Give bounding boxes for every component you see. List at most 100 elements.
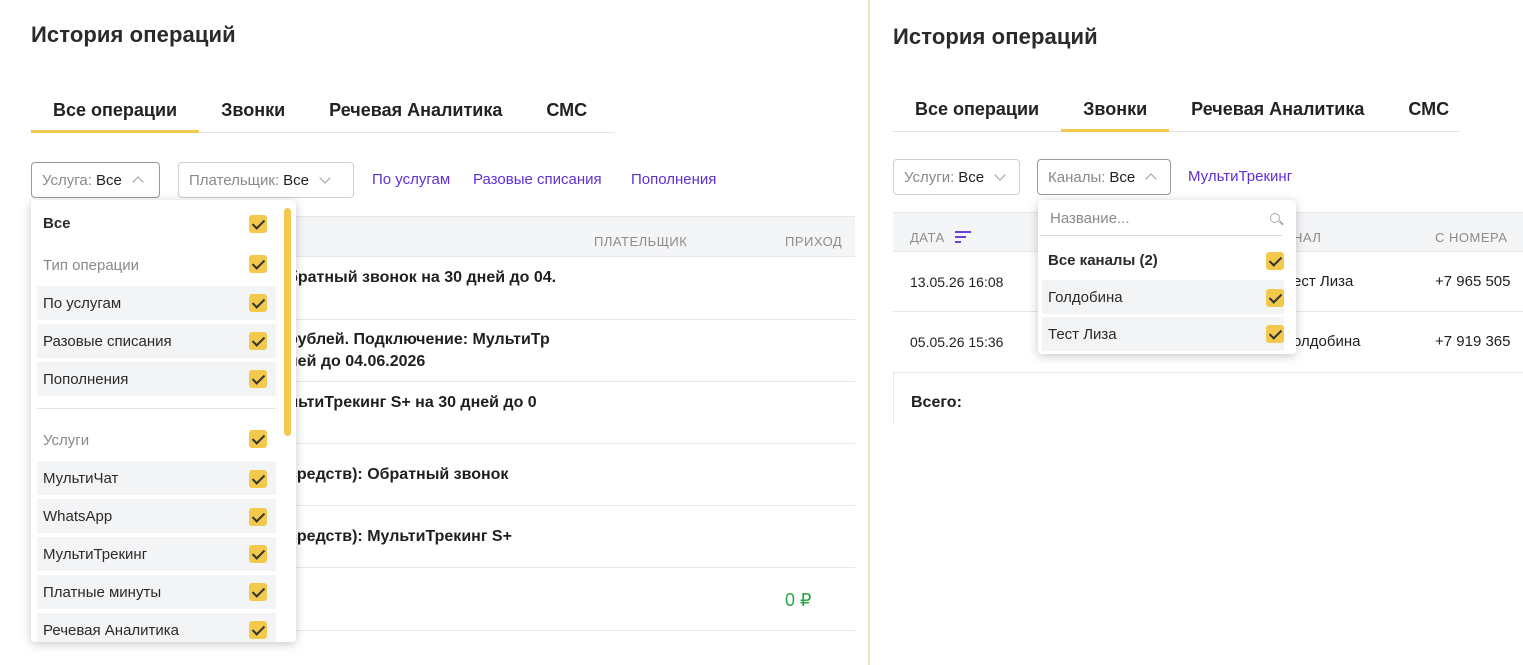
checkbox-checked[interactable] xyxy=(249,370,267,388)
search-icon xyxy=(1270,213,1280,223)
channels-dropdown: Название... Все каналы (2) Голдобина Тес… xyxy=(1038,200,1296,354)
service-filter[interactable]: Услуга: Все xyxy=(31,162,160,198)
dropdown-option[interactable]: Пополнения xyxy=(37,362,276,396)
services-filter-value: Все xyxy=(958,168,985,186)
dropdown-option-all-channels[interactable]: Все каналы (2) xyxy=(1042,243,1284,277)
row-description: братный звонок на 30 дней до 04. xyxy=(288,269,557,286)
checkbox-checked[interactable] xyxy=(1266,325,1284,343)
checkbox-checked[interactable] xyxy=(249,332,267,350)
link-by-services[interactable]: По услугам xyxy=(372,171,450,188)
tab-speech-analytics[interactable]: Речевая Аналитика xyxy=(1169,87,1386,131)
link-multitracking[interactable]: МультиТрекинг xyxy=(1188,168,1292,185)
checkbox-checked[interactable] xyxy=(249,294,267,312)
row-description: рублей. Подключение: МультиТр xyxy=(288,331,550,348)
page-title: История операций xyxy=(31,22,236,47)
header-date[interactable]: ДАТА xyxy=(910,230,945,245)
tab-calls[interactable]: Звонки xyxy=(199,88,307,132)
option-label: WhatsApp xyxy=(43,507,113,525)
dropdown-divider xyxy=(37,408,276,409)
service-filter-value: Все xyxy=(95,171,122,189)
row-channel: ест Лиза xyxy=(1293,273,1354,290)
tab-sms[interactable]: СМС xyxy=(524,88,609,132)
chevron-up-icon xyxy=(1145,173,1157,185)
dropdown-option[interactable]: Платные минуты xyxy=(37,575,276,609)
table-edge xyxy=(893,373,894,425)
dropdown-option-all[interactable]: Все xyxy=(37,206,276,240)
checkbox-checked[interactable] xyxy=(249,215,267,233)
header-income: ПРИХОД xyxy=(785,234,843,249)
checkbox-checked[interactable] xyxy=(249,583,267,601)
option-label: Разовые списания xyxy=(43,332,172,350)
page-title: История операций xyxy=(893,24,1098,49)
dropdown-option[interactable]: Тест Лиза xyxy=(1042,317,1284,351)
left-panel: История операций Все операции Звонки Реч… xyxy=(0,0,862,665)
services-filter[interactable]: Услуги: Все xyxy=(893,159,1020,195)
row-from-number: +7 965 505 xyxy=(1435,273,1511,290)
tab-all-operations[interactable]: Все операции xyxy=(31,88,200,133)
row-date: 05.05.26 15:36 xyxy=(910,334,1004,350)
channel-search[interactable]: Название... xyxy=(1040,202,1282,236)
checkbox-checked[interactable] xyxy=(1266,252,1284,270)
checkbox-checked[interactable] xyxy=(249,508,267,526)
channels-filter-label: Каналы: xyxy=(1048,168,1106,186)
dropdown-option[interactable]: Речевая Аналитика xyxy=(37,613,276,642)
checkbox-checked[interactable] xyxy=(249,621,267,639)
group-label: Услуги xyxy=(43,431,90,449)
tab-speech-analytics[interactable]: Речевая Аналитика xyxy=(307,88,524,132)
tabs: Все операции Звонки Речевая Аналитика СМ… xyxy=(31,88,615,133)
payer-filter-value: Все xyxy=(283,171,309,189)
option-label: Платные минуты xyxy=(43,583,162,601)
tab-sms[interactable]: СМС xyxy=(1386,87,1471,131)
row-description: льтиТрекинг S+ на 30 дней до 0 xyxy=(288,394,537,411)
option-label: Пополнения xyxy=(43,370,129,388)
payer-filter[interactable]: Плательщик: Все xyxy=(178,162,354,198)
row-date: 13.05.26 16:08 xyxy=(910,274,1004,290)
header-channel: НАЛ xyxy=(1293,230,1322,245)
sort-icon[interactable] xyxy=(955,231,971,243)
services-filter-label: Услуги: xyxy=(904,168,955,186)
header-payer: ПЛАТЕЛЬЩИК xyxy=(594,234,688,249)
link-one-time-charges[interactable]: Разовые списания xyxy=(473,171,602,188)
option-label: Речевая Аналитика xyxy=(43,621,180,639)
dropdown-option[interactable]: WhatsApp xyxy=(37,499,276,533)
checkbox-checked[interactable] xyxy=(249,430,267,448)
total-income: 0 ₽ xyxy=(785,590,812,610)
group-label: Тип операции xyxy=(43,256,140,274)
service-dropdown: Все Тип операции По услугам Разовые спис… xyxy=(31,200,296,642)
checkbox-checked[interactable] xyxy=(249,255,267,273)
tab-all-operations[interactable]: Все операции xyxy=(893,87,1061,131)
checkbox-checked[interactable] xyxy=(1266,289,1284,307)
option-label: Тест Лиза xyxy=(1048,325,1117,343)
header-from-number: С НОМЕРА xyxy=(1435,230,1508,245)
option-label: МультиТрекинг xyxy=(43,545,148,563)
dropdown-group-services[interactable]: Услуги xyxy=(37,423,276,457)
row-description: средств): МультиТрекинг S+ xyxy=(288,528,512,545)
row-description-line2: ней до 04.06.2026 xyxy=(288,353,426,370)
payer-filter-label: Плательщик: xyxy=(189,171,280,189)
checkbox-checked[interactable] xyxy=(249,545,267,563)
chevron-up-icon xyxy=(132,176,144,188)
option-label: Все каналы (2) xyxy=(1048,251,1158,269)
dropdown-option[interactable]: Голдобина xyxy=(1042,280,1284,314)
dropdown-group-operation-type[interactable]: Тип операции xyxy=(37,248,276,282)
channels-filter[interactable]: Каналы: Все xyxy=(1037,159,1171,195)
service-filter-label: Услуга: xyxy=(42,171,92,189)
option-label: Голдобина xyxy=(1048,288,1123,306)
tab-calls[interactable]: Звонки xyxy=(1061,87,1170,132)
channels-filter-value: Все xyxy=(1109,168,1136,186)
dropdown-option[interactable]: МультиТрекинг xyxy=(37,537,276,571)
panel-divider xyxy=(868,0,870,665)
chevron-down-icon xyxy=(319,172,331,184)
dropdown-option[interactable]: По услугам xyxy=(37,286,276,320)
option-label: Все xyxy=(43,214,71,232)
checkbox-checked[interactable] xyxy=(249,470,267,488)
total-label: Всего: xyxy=(911,394,962,411)
option-label: МультиЧат xyxy=(43,469,119,487)
link-top-ups[interactable]: Пополнения xyxy=(631,171,716,188)
row-description: средств): Обратный звонок xyxy=(288,466,509,483)
dropdown-option[interactable]: МультиЧат xyxy=(37,461,276,495)
dropdown-option[interactable]: Разовые списания xyxy=(37,324,276,358)
channel-search-placeholder: Название... xyxy=(1050,210,1130,227)
option-label: По услугам xyxy=(43,294,122,312)
dropdown-scrollbar[interactable] xyxy=(284,208,291,436)
